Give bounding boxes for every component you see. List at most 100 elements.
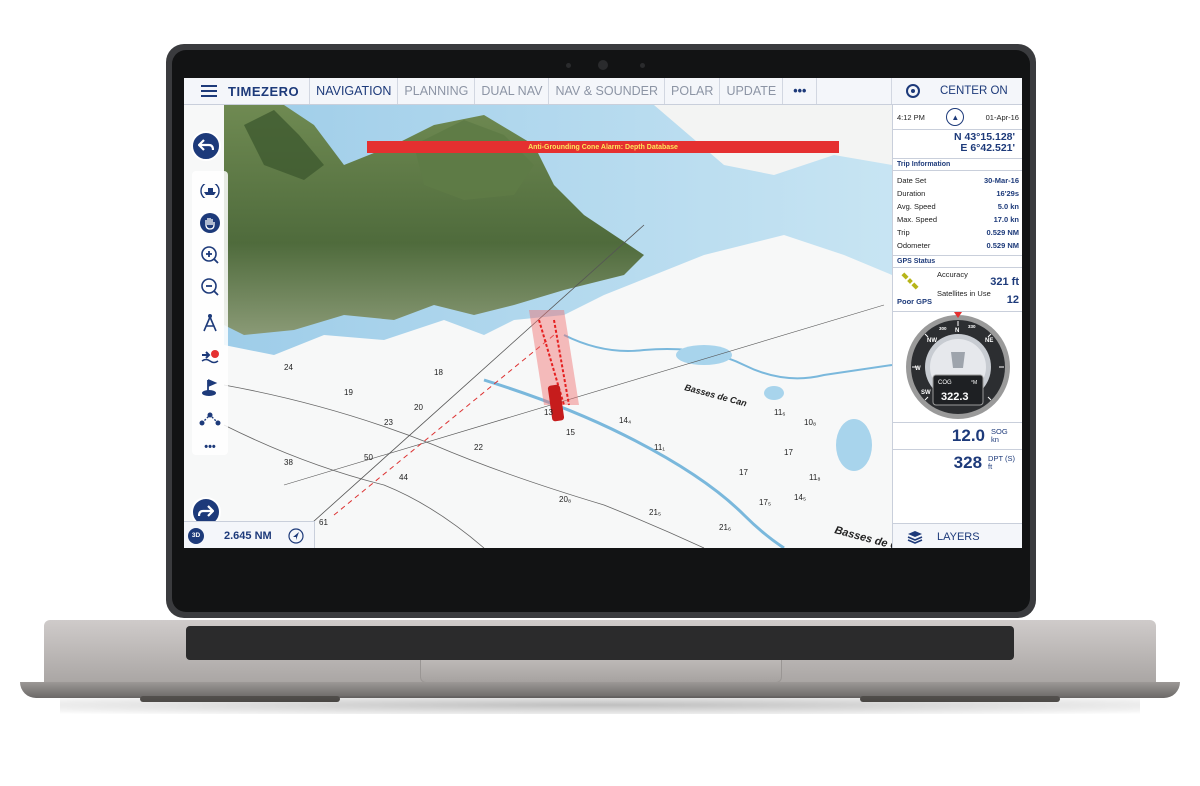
- trip-label: Odometer: [897, 241, 931, 250]
- range-bar: 3D 2.645 NM: [184, 521, 315, 548]
- compass-label: NE: [985, 338, 993, 344]
- tab-nav-sounder[interactable]: NAV & SOUNDER: [548, 78, 664, 104]
- tab-planning[interactable]: PLANNING: [397, 78, 474, 104]
- satellites-label: Satellites in Use: [937, 289, 991, 298]
- depth-sounding: 21₆: [719, 523, 731, 532]
- tab-polar[interactable]: POLAR: [664, 78, 719, 104]
- compass-label: 330: [968, 324, 976, 329]
- brand-logo: TIMEZERO: [228, 83, 300, 99]
- compass-measure-icon[interactable]: [196, 309, 224, 337]
- tab-update[interactable]: UPDATE: [719, 78, 782, 104]
- trip-value: 0.529 NM: [986, 228, 1019, 237]
- compass-label: NW: [927, 338, 937, 344]
- layers-label: LAYERS: [937, 530, 980, 543]
- center-on-label: CENTER ON: [940, 85, 1008, 97]
- top-toolbar: TIMEZERO NAVIGATION PLANNING DUAL NAV NA…: [184, 78, 1022, 105]
- depth-sounding: 23: [384, 418, 393, 427]
- layers-icon: [907, 530, 923, 544]
- trip-label: Duration: [897, 189, 926, 198]
- cog-label: COG: [938, 380, 952, 386]
- camera-sensor-left: [566, 63, 571, 68]
- zoom-in-icon[interactable]: [196, 241, 224, 269]
- view-3d-toggle[interactable]: 3D: [188, 527, 204, 544]
- compass-label: W: [915, 366, 921, 372]
- pan-hand-icon[interactable]: [196, 209, 224, 237]
- depth-sounding: 38: [284, 458, 293, 467]
- trip-label: Date Set: [897, 176, 927, 185]
- compass-label: SW: [921, 390, 931, 396]
- anti-grounding-alarm-banner[interactable]: Anti-Grounding Cone Alarm: Depth Databas…: [367, 141, 839, 153]
- clock-date: 01-Apr-16: [985, 112, 1019, 122]
- route-tool-icon[interactable]: [196, 405, 224, 433]
- depth-unit: ft: [988, 462, 993, 471]
- north-arrow-icon[interactable]: [288, 527, 304, 544]
- left-toolbar: •••: [192, 171, 228, 455]
- depth-sounding: 19: [344, 388, 353, 397]
- compass-label: 300: [939, 326, 947, 331]
- more-tools-button[interactable]: •••: [196, 433, 224, 461]
- depth-value: 328: [953, 453, 983, 472]
- trip-info-title: Trip Information: [893, 158, 1022, 170]
- accuracy-value: 321 ft: [990, 276, 1019, 288]
- camera-sensor-right: [640, 63, 645, 68]
- depth-sounding: 11₆: [774, 408, 786, 417]
- keyboard: [186, 626, 1014, 660]
- camera-lens: [598, 60, 608, 70]
- trip-label: Avg. Speed: [897, 202, 936, 211]
- trip-value: 0.529 NM: [986, 241, 1019, 250]
- trackpad: [420, 660, 782, 683]
- event-mark-icon[interactable]: [196, 373, 224, 401]
- trip-value: 5.0 kn: [997, 202, 1019, 211]
- depth-sounding: 24: [284, 363, 293, 372]
- center-on-button[interactable]: CENTER ON: [891, 78, 1022, 104]
- clock-time: 4:12 PM: [897, 112, 925, 122]
- boat-tool-icon[interactable]: [196, 177, 224, 205]
- zoom-out-icon[interactable]: [196, 273, 224, 301]
- depth-sounding: 11₁: [654, 443, 665, 452]
- depth-sounding: 17: [784, 448, 793, 457]
- compass-gauge: N NW W SW NE 330 300 COG °M 322.3: [893, 311, 1022, 422]
- depth-sounding: 61: [319, 518, 328, 527]
- longitude-value: E 6°42.521': [960, 142, 1015, 154]
- depth-sounding: 18: [434, 368, 443, 377]
- depth-sounding: 10₈: [804, 418, 816, 427]
- layers-button[interactable]: LAYERS: [893, 523, 1022, 548]
- depth-sounding: 17₅: [759, 498, 771, 507]
- depth-source-flag: (S): [1005, 454, 1015, 463]
- target-icon: [906, 84, 920, 98]
- trip-value: 30-Mar-16: [983, 176, 1019, 185]
- cog-value: 322.3: [941, 391, 969, 403]
- range-scale-label: 2.645 NM: [224, 529, 272, 542]
- undo-arrow-icon: [198, 139, 214, 151]
- sog-unit: kn: [991, 435, 999, 444]
- depth-sounding: 44: [399, 473, 408, 482]
- depth-sounding: 14₅: [794, 493, 806, 502]
- depth-sounding: 21₅: [649, 508, 661, 517]
- satellite-icon: [901, 272, 919, 290]
- nautical-chart: Basses de Can Basses de Can 24 38 44 50 …: [184, 105, 892, 548]
- app-screen: TIMEZERO NAVIGATION PLANNING DUAL NAV NA…: [184, 78, 1022, 548]
- cog-unit: °M: [971, 380, 977, 386]
- tab-navigation[interactable]: NAVIGATION: [309, 78, 397, 104]
- gps-quality: Poor GPS: [897, 297, 933, 306]
- gps-status-title: GPS Status: [893, 255, 1022, 267]
- more-tabs-button[interactable]: •••: [782, 78, 818, 104]
- sog-value: 12.0: [951, 426, 985, 445]
- trip-value: 17.0 kn: [993, 215, 1019, 224]
- depth-sounding: 50: [364, 453, 373, 462]
- instrument-panel: 4:12 PM ▲ 01-Apr-16 N 43°15.128' E 6°42.…: [892, 105, 1022, 548]
- depth-sounding: 22: [474, 443, 483, 452]
- depth-sounding: 13: [544, 408, 553, 417]
- accuracy-label: Accuracy: [937, 270, 968, 279]
- depth-sounding: 20: [414, 403, 423, 412]
- heading-up-icon[interactable]: ▲: [946, 108, 965, 126]
- trip-label: Trip: [897, 228, 910, 237]
- man-overboard-icon[interactable]: [196, 341, 224, 369]
- chart-map[interactable]: Basses de Can Basses de Can 24 38 44 50 …: [184, 105, 892, 548]
- depth-sounding: 17: [739, 468, 748, 477]
- tab-dual-nav[interactable]: DUAL NAV: [474, 78, 548, 104]
- back-button[interactable]: [191, 131, 221, 161]
- hamburger-menu-icon[interactable]: [196, 78, 222, 104]
- trip-value: 16'29s: [996, 189, 1019, 198]
- depth-sounding: 11₈: [809, 473, 821, 482]
